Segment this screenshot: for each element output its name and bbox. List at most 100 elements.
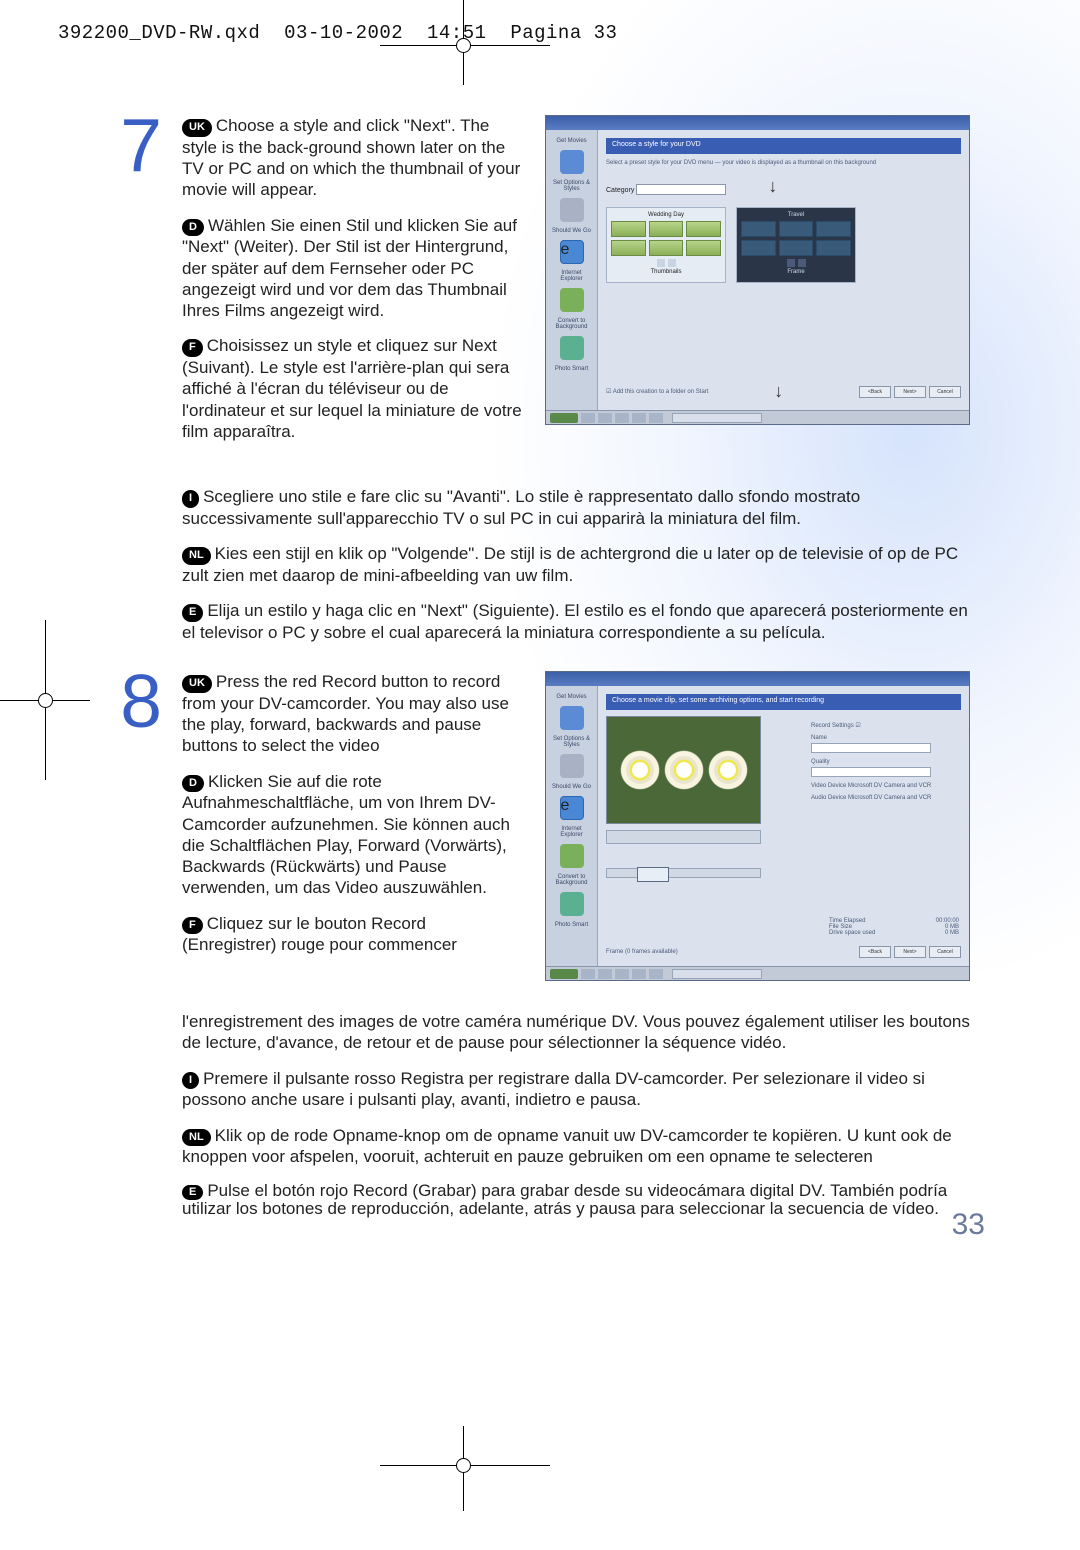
pointer-arrow-icon: ↓ [768,176,777,197]
header-date: 03-10-2002 [284,22,403,44]
sidebar-label: Photo Smart [550,366,593,372]
wizard-sidebar: Get Movies Set Options & Styles Should W… [546,686,598,966]
step8-uk: UKPress the red Record button to record … [182,671,525,757]
thumbnail-icon [779,240,814,256]
sidebar-icon-photo [560,336,584,360]
back-button[interactable]: <Back [859,386,891,398]
sidebar-icon-quickstyle [560,150,584,174]
step8-nl: NLKlik op de rode Opname-knop om de opna… [182,1125,977,1168]
cancel-button[interactable]: Cancel [929,386,961,398]
record-stats: Time Elapsed00:00:00 File Size0 MB Drive… [829,918,959,936]
quicklaunch-icon[interactable] [649,413,663,423]
thumbnail-icon [611,221,646,237]
video-device-field: Video Device Microsoft DV Camera and VCR [811,783,961,789]
lang-pill-f: F [182,917,203,935]
style-footer: Frame [741,269,851,275]
quicklaunch-icon[interactable] [581,413,595,423]
name-field[interactable]: Name [811,735,961,753]
quicklaunch-icon[interactable] [598,413,612,423]
sidebar-label: Should We Go [550,784,593,790]
sidebar-label: Get Movies [550,138,593,144]
step7-d: DWählen Sie einen Stil und klicken Sie a… [182,215,525,322]
lang-pill-nl: NL [182,547,211,565]
lang-pill-nl: NL [182,1129,211,1147]
quicklaunch-icon[interactable] [598,969,612,979]
print-header: 392200_DVD-RW.qxd 03-10-2002 14:51 Pagin… [58,22,617,44]
sidebar-label: Internet Explorer [550,270,593,282]
lang-pill-e: E [182,1185,203,1201]
sidebar-icon-generic [560,198,584,222]
flower-icon [622,752,658,788]
frames-label: Frame (0 frames available) [606,949,678,955]
sidebar-icon-browser: e [560,240,584,264]
quality-field[interactable]: Quality [811,759,961,777]
header-filename: 392200_DVD-RW.qxd [58,22,260,44]
lang-pill-i: I [182,1072,199,1090]
thumbnail-icon [686,240,721,256]
back-button[interactable]: <Back [859,946,891,958]
thumbnail-icon [816,240,851,256]
registration-mark [456,1458,471,1473]
sidebar-label: Photo Smart [550,922,593,928]
header-page: Pagina 33 [510,22,617,44]
quicklaunch-icon[interactable] [649,969,663,979]
quicklaunch-icon[interactable] [632,413,646,423]
step-number: 8 [120,671,162,981]
wizard-hint: Select a preset style for your DVD menu … [606,160,961,168]
step7-uk: UKChoose a style and click "Next". The s… [182,115,525,201]
quicklaunch-icon[interactable] [615,969,629,979]
step8-e: EPulse el botón rojo Record (Grabar) par… [182,1182,977,1218]
sidebar-icon-photo [560,892,584,916]
next-button[interactable]: Next> [894,386,926,398]
lang-pill-uk: UK [182,119,212,137]
dropdown-value[interactable] [636,184,726,195]
playback-controls[interactable] [606,830,761,844]
taskbar-task[interactable] [672,969,762,979]
step8-d: DKlicken Sie auf die rote Aufnahmeschalt… [182,771,525,899]
taskbar [546,410,969,424]
step-number: 7 [120,115,162,456]
wizard-banner: Choose a movie clip, set some archiving … [606,694,961,710]
style-option-wedding[interactable]: Wedding Day Thumbnails [606,207,726,283]
cancel-button[interactable]: Cancel [929,946,961,958]
sidebar-label: Internet Explorer [550,826,593,838]
style-footer: Thumbnails [611,269,721,275]
stat-label: Drive space used [829,930,875,936]
start-button[interactable] [550,969,578,979]
sidebar-icon-browser: e [560,796,584,820]
quicklaunch-icon[interactable] [615,413,629,423]
step-7: 7 UKChoose a style and click "Next". The… [120,115,970,456]
sidebar-icon-generic [560,754,584,778]
step7-i: IScegliere uno stile e fare clic su "Ava… [182,486,977,529]
dropdown-label: Category [606,187,634,194]
step8-i: IPremere il pulsante rosso Registra per … [182,1068,977,1111]
lang-pill-uk: UK [182,675,212,693]
step7-wide-text: IScegliere uno stile e fare clic su "Ava… [182,486,977,643]
checkbox-add-to-folder[interactable]: ☑ Add this creation to a folder on Start [606,388,708,395]
thumbnail-icon [816,221,851,237]
sidebar-label: Convert to Background [550,874,593,886]
next-button[interactable]: Next> [894,946,926,958]
registration-mark [38,693,53,708]
step-8: 8 UKPress the red Record button to recor… [120,671,970,981]
step7-e: EElija un estilo y haga clic en "Next" (… [182,600,977,643]
sidebar-icon-convert [560,288,584,312]
style-option-travel[interactable]: Travel Frame [736,207,856,283]
start-button[interactable] [550,413,578,423]
record-settings-panel: Record Settings ☑ Name Quality Video Dev… [811,722,961,807]
lang-pill-e: E [182,604,203,622]
wizard-main-panel: Choose a movie clip, set some archiving … [598,686,969,966]
step-8-text-column: UKPress the red Record button to record … [182,671,525,981]
category-dropdown[interactable]: Category ↓ [606,176,961,197]
step8-wide-text: l'enregistrement des images de votre cam… [182,1011,977,1218]
quicklaunch-icon[interactable] [632,969,646,979]
thumbnail-icon [611,240,646,256]
step8-f-continued: l'enregistrement des images de votre cam… [182,1011,977,1054]
sidebar-label: Set Options & Styles [550,736,593,748]
timeline-scrubber[interactable] [606,868,761,878]
sidebar-label: Convert to Background [550,318,593,330]
quicklaunch-icon[interactable] [581,969,595,979]
thumbnail-icon [741,240,776,256]
sidebar-label: Should We Go [550,228,593,234]
taskbar-task[interactable] [672,413,762,423]
